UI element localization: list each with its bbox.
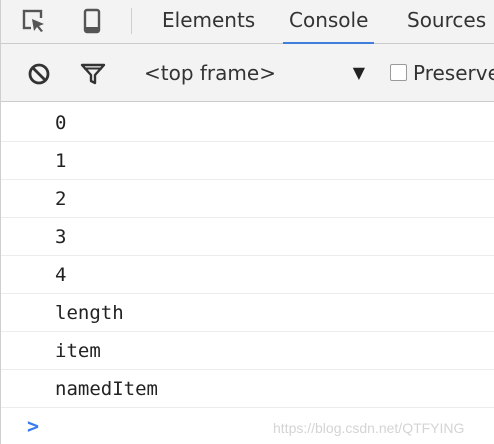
checkbox-box[interactable] bbox=[390, 64, 407, 81]
console-toolbar: <top frame> ▼ Preserve bbox=[1, 44, 494, 102]
console-message: 1 bbox=[1, 142, 494, 180]
console-message-text: namedItem bbox=[55, 378, 158, 400]
tab-sources[interactable]: Sources bbox=[407, 0, 486, 43]
console-messages: 0 1 2 3 4 length item namedItem bbox=[1, 104, 494, 408]
tab-elements[interactable]: Elements bbox=[162, 0, 255, 43]
console-message: item bbox=[1, 332, 494, 370]
console-message-text: item bbox=[55, 340, 101, 362]
console-message-text: 4 bbox=[55, 264, 67, 286]
filter-icon[interactable] bbox=[79, 60, 107, 88]
console-message-text: 0 bbox=[55, 112, 67, 134]
preserve-log-label: Preserve bbox=[413, 61, 494, 85]
console-message: 3 bbox=[1, 218, 494, 256]
console-message: 0 bbox=[1, 104, 494, 142]
console-message: 2 bbox=[1, 180, 494, 218]
devtools-panel: Elements Console Sources <top frame> ▼ P… bbox=[0, 0, 494, 444]
context-select-value: <top frame> bbox=[144, 61, 276, 85]
preserve-log-checkbox[interactable]: Preserve bbox=[390, 56, 494, 90]
inspect-element-icon[interactable] bbox=[19, 6, 49, 36]
prompt-chevron-icon: > bbox=[27, 414, 40, 438]
toolbar-separator bbox=[131, 8, 132, 34]
tab-console[interactable]: Console bbox=[282, 0, 375, 44]
console-message: length bbox=[1, 294, 494, 332]
devtools-tab-bar: Elements Console Sources bbox=[1, 0, 494, 44]
console-message-text: 2 bbox=[55, 188, 67, 210]
console-message-text: 3 bbox=[55, 226, 67, 248]
watermark: https://blog.csdn.net/QTFYING bbox=[273, 420, 465, 436]
console-message-text: 1 bbox=[55, 150, 67, 172]
clear-console-icon[interactable] bbox=[25, 60, 53, 88]
console-message: 4 bbox=[1, 256, 494, 294]
device-toolbar-icon[interactable] bbox=[77, 6, 107, 36]
chevron-down-icon: ▼ bbox=[352, 63, 365, 82]
console-message-text: length bbox=[55, 302, 124, 324]
console-message: namedItem bbox=[1, 370, 494, 408]
execution-context-select[interactable]: <top frame> ▼ bbox=[141, 56, 373, 90]
